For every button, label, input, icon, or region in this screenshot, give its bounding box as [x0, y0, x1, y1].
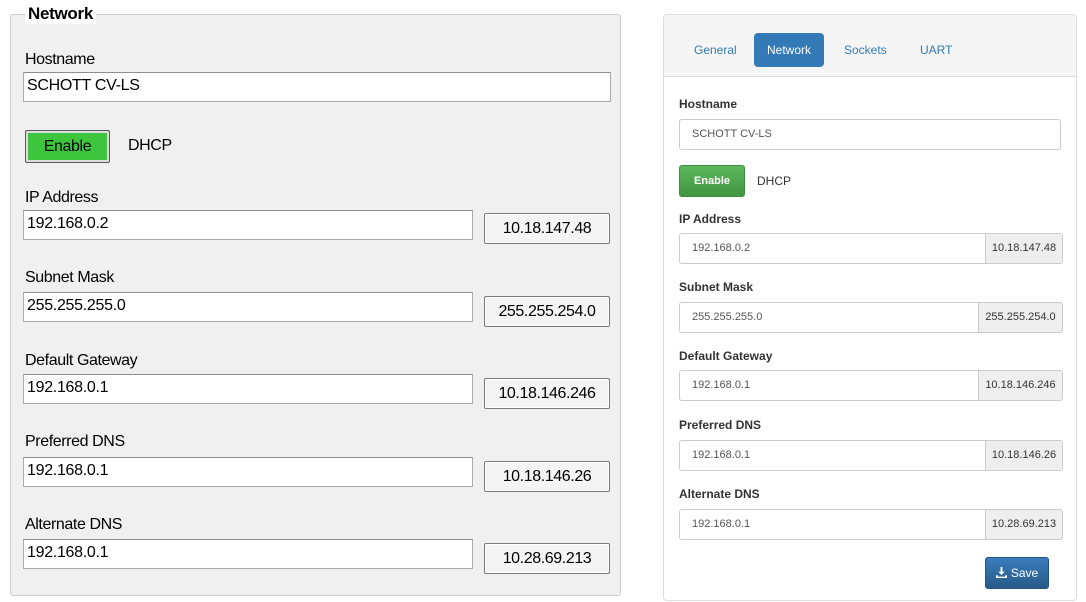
- legacy-ip-address-input[interactable]: 192.168.0.2: [23, 210, 473, 240]
- web-hostname-input[interactable]: SCHOTT CV-LS: [679, 119, 1061, 150]
- legacy-network-groupbox: Network Hostname SCHOTT CV-LS Enable DHC…: [10, 4, 621, 596]
- web-ip-address-label: IP Address: [679, 212, 742, 226]
- legacy-alternate-dns-input[interactable]: 192.168.0.1: [23, 539, 473, 569]
- web-enable-dhcp-button[interactable]: Enable: [679, 165, 745, 197]
- legacy-default-gateway-input[interactable]: 192.168.0.1: [23, 374, 473, 404]
- legacy-alternate-dns-label: Alternate DNS: [25, 516, 123, 533]
- legacy-default-gateway-label: Default Gateway: [25, 352, 138, 369]
- legacy-subnet-mask-label: Subnet Mask: [25, 269, 114, 286]
- tab-general[interactable]: General: [681, 33, 750, 67]
- legacy-default-gateway-current-button[interactable]: 10.18.146.246: [484, 378, 610, 409]
- web-alternate-dns-input[interactable]: 192.168.0.1: [679, 509, 986, 540]
- legacy-alternate-dns-current-button[interactable]: 10.28.69.213: [484, 543, 610, 574]
- legacy-dhcp-label: DHCP: [128, 137, 172, 154]
- tab-uart[interactable]: UART: [907, 33, 965, 67]
- legacy-preferred-dns-label: Preferred DNS: [25, 433, 125, 450]
- web-hostname-label: Hostname: [679, 97, 738, 111]
- tab-sockets[interactable]: Sockets: [831, 33, 900, 67]
- legacy-group-title: Network: [25, 4, 96, 24]
- web-preferred-dns-input[interactable]: 192.168.0.1: [679, 440, 986, 471]
- web-alternate-dns-label: Alternate DNS: [679, 487, 760, 501]
- save-button[interactable]: Save: [985, 557, 1049, 589]
- web-ip-address-current: 10.18.147.48: [986, 233, 1063, 264]
- download-icon: [995, 567, 1007, 578]
- legacy-ip-address-current-button[interactable]: 10.18.147.48: [484, 213, 610, 244]
- legacy-subnet-mask-input[interactable]: 255.255.255.0: [23, 292, 473, 322]
- web-preferred-dns-current: 10.18.146.26: [986, 440, 1063, 471]
- web-default-gateway-input[interactable]: 192.168.0.1: [679, 370, 979, 401]
- legacy-hostname-label: Hostname: [25, 51, 95, 68]
- legacy-subnet-mask-current-button[interactable]: 255.255.254.0: [484, 296, 610, 327]
- legacy-hostname-input[interactable]: SCHOTT CV-LS: [23, 72, 611, 102]
- web-settings-panel: General Network Sockets UART Hostname SC…: [663, 14, 1077, 601]
- web-default-gateway-label: Default Gateway: [679, 349, 773, 363]
- tab-bar: General Network Sockets UART: [664, 15, 1076, 77]
- web-preferred-dns-label: Preferred DNS: [679, 418, 762, 432]
- web-subnet-mask-label: Subnet Mask: [679, 280, 754, 294]
- save-button-label: Save: [1010, 566, 1039, 580]
- legacy-preferred-dns-input[interactable]: 192.168.0.1: [23, 457, 473, 487]
- web-ip-address-input[interactable]: 192.168.0.2: [679, 233, 986, 264]
- tab-network[interactable]: Network: [754, 33, 825, 67]
- web-dhcp-label: DHCP: [757, 174, 792, 188]
- legacy-enable-dhcp-button[interactable]: Enable: [25, 130, 110, 163]
- web-subnet-mask-input[interactable]: 255.255.255.0: [679, 302, 979, 333]
- web-subnet-mask-current: 255.255.254.0: [979, 302, 1063, 333]
- legacy-ip-address-label: IP Address: [25, 189, 99, 206]
- web-alternate-dns-current: 10.28.69.213: [986, 509, 1063, 540]
- legacy-preferred-dns-current-button[interactable]: 10.18.146.26: [484, 461, 610, 492]
- web-default-gateway-current: 10.18.146.246: [979, 370, 1063, 401]
